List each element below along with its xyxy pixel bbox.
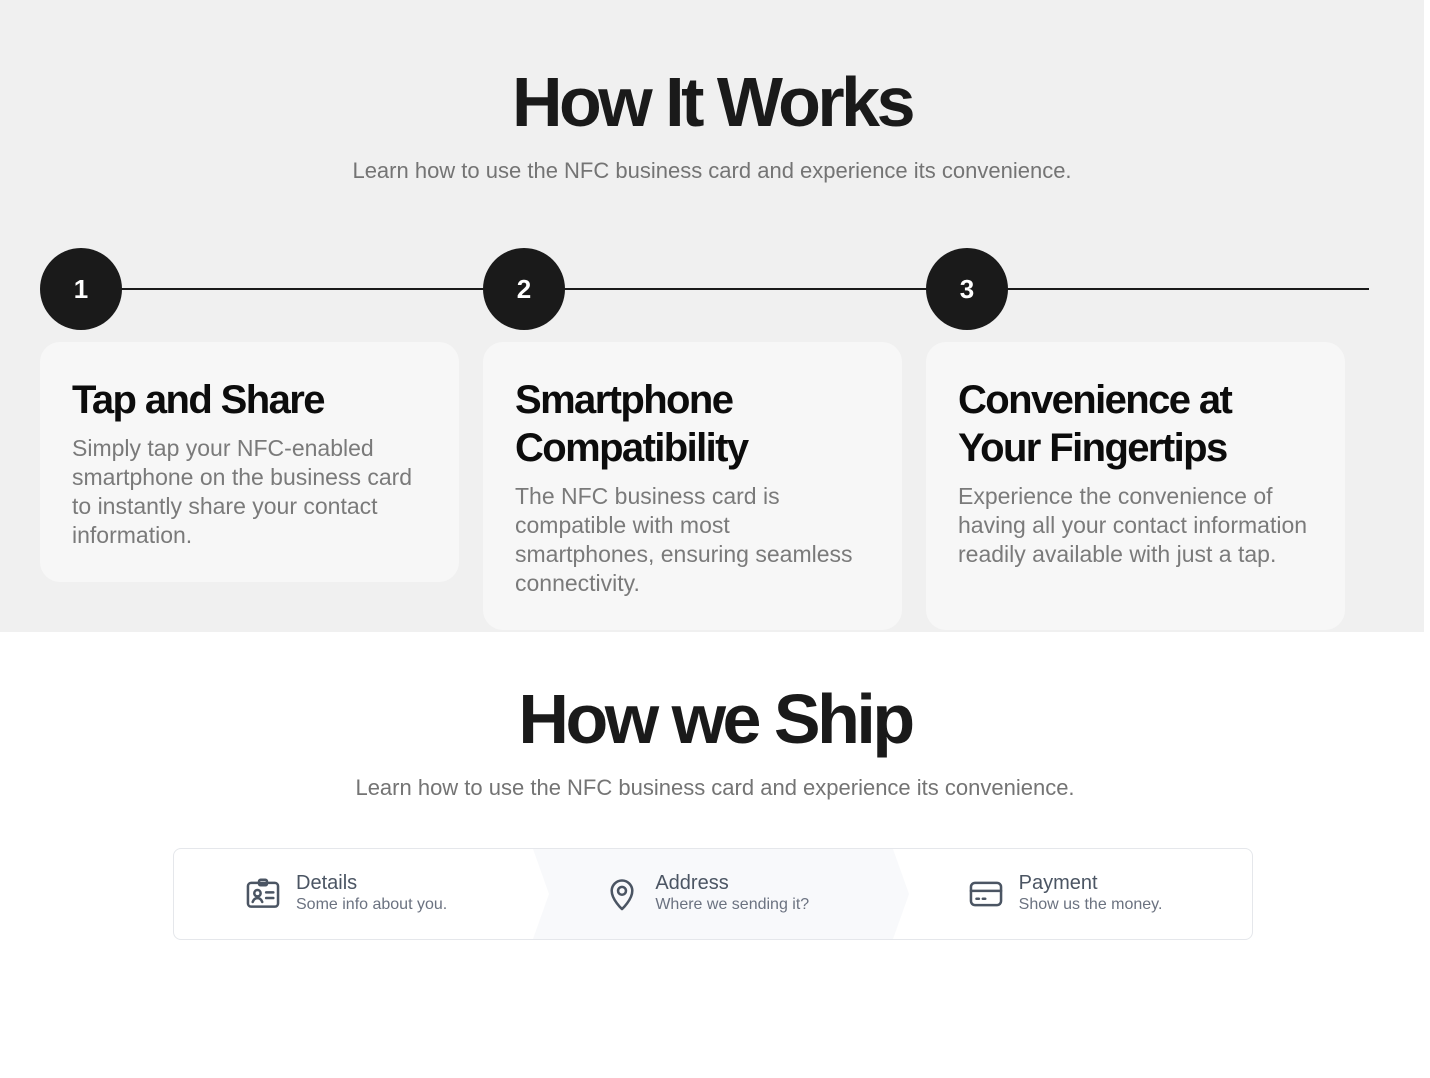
stepper-step-sublabel: Show us the money. xyxy=(1018,896,1163,913)
step-card-title: Tap and Share xyxy=(72,378,325,422)
step-card-description: The NFC business card is compatible with… xyxy=(515,483,853,596)
map-pin-icon xyxy=(603,875,641,913)
stepper-step-address[interactable]: Address Where we sending it? xyxy=(533,849,909,939)
stepper-step-label: Payment xyxy=(1018,872,1098,894)
step-card: Smartphone Compatibility The NFC busines… xyxy=(483,342,902,630)
step-card-description: Simply tap your NFC-enabled smartphone o… xyxy=(72,435,413,548)
shipping-stepper: Details Some info about you. Address Whe… xyxy=(173,848,1253,940)
stepper-step-label: Details xyxy=(296,872,358,894)
step-card-description: Experience the convenience of having all… xyxy=(958,483,1308,567)
stepper-step-payment[interactable]: Payment Show us the money. xyxy=(893,849,1252,939)
section-title: How It Works xyxy=(511,63,916,141)
section-subtitle: Learn how to use the NFC business card a… xyxy=(352,158,1072,183)
stepper-step-details[interactable]: Details Some info about you. xyxy=(174,849,533,939)
step-card: Convenience at Your Fingertips Experienc… xyxy=(926,342,1345,630)
stepper-step-label: Address xyxy=(655,872,729,894)
timeline-line xyxy=(80,288,1369,290)
how-it-works-section: How It Works Learn how to use the NFC bu… xyxy=(0,0,1424,632)
step-card: Tap and Share Simply tap your NFC-enable… xyxy=(40,342,459,582)
stepper-step-sublabel: Some info about you. xyxy=(296,896,448,913)
chevron-separator xyxy=(892,849,909,939)
step-number-badge: 3 xyxy=(926,248,1008,330)
credit-card-icon xyxy=(967,875,1005,913)
section-title: How we Ship xyxy=(518,680,915,758)
step-card-title: Convenience at Your Fingertips xyxy=(958,378,1233,470)
step-number-badge: 2 xyxy=(483,248,565,330)
step-card-title: Smartphone Compatibility xyxy=(515,378,749,470)
stepper-step-sublabel: Where we sending it? xyxy=(655,896,810,913)
step-number-badge: 1 xyxy=(40,248,122,330)
section-subtitle: Learn how to use the NFC business card a… xyxy=(355,775,1075,800)
chevron-separator xyxy=(533,849,551,939)
id-card-icon xyxy=(244,875,282,913)
